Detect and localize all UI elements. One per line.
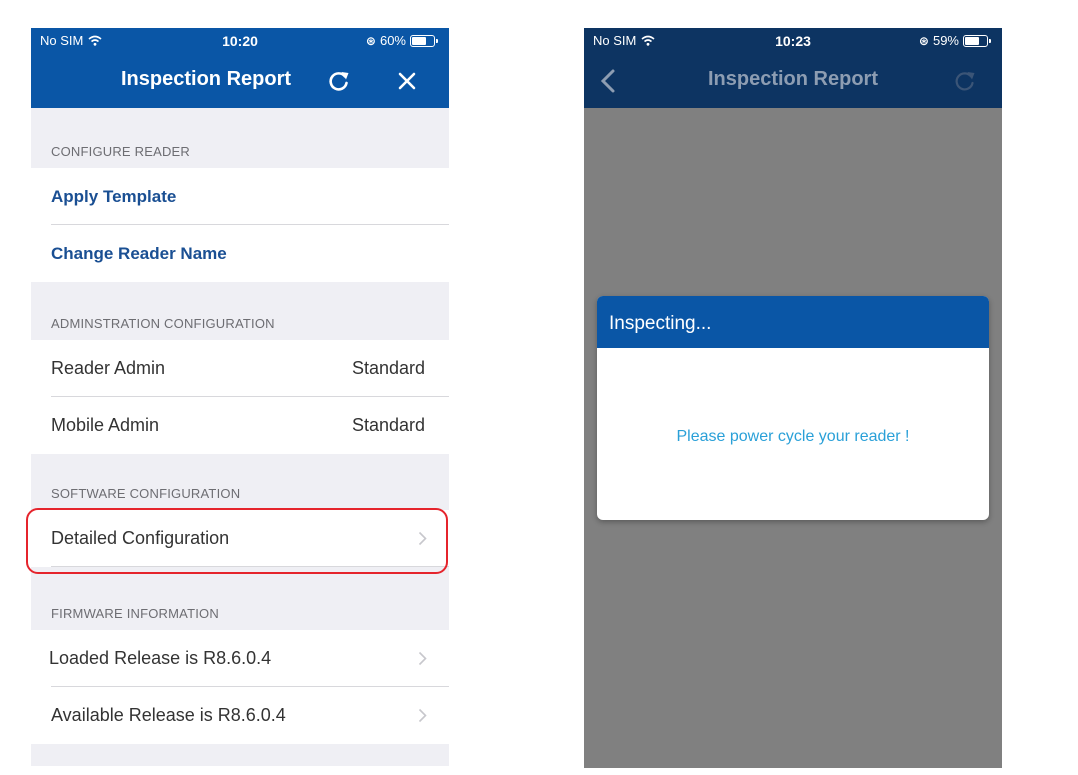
section-header-firmware: FIRMWARE INFORMATION [51,606,219,621]
navigation-bar: No SIM 10:23 ⊛ 59% Inspection Report [584,28,1002,108]
change-reader-name-row[interactable]: Change Reader Name [31,225,449,282]
refresh-icon[interactable] [952,68,978,94]
battery-fill [965,36,979,45]
bluetooth-icon: ⊛ [918,33,929,48]
battery-icon [963,34,991,47]
chevron-right-icon [418,651,427,666]
available-release-row[interactable]: Available Release is R8.6.0.4 [31,687,449,744]
mobile-admin-row[interactable]: Mobile Admin Standard [31,397,449,454]
available-release-label: Available Release is R8.6.0.4 [51,705,286,725]
apply-template-row[interactable]: Apply Template [31,168,449,225]
page-title: Inspection Report [121,68,292,90]
dialog-title: Inspecting... [597,296,989,348]
battery-percent: 59% [932,33,959,48]
page-title: Inspection Report [707,68,878,90]
change-reader-name-link[interactable]: Change Reader Name [51,244,227,264]
mobile-admin-label: Mobile Admin [51,415,160,435]
battery-icon [410,34,438,47]
inspecting-screen: No SIM 10:23 ⊛ 59% Inspection Report Ins… [584,28,1002,768]
reader-admin-label: Reader Admin [51,358,166,378]
status-bar: No SIM 10:23 ⊛ 59% [584,33,1002,53]
loaded-release-row[interactable]: Loaded Release is R8.6.0.4 [31,630,449,687]
highlight-annotation [26,508,448,574]
loaded-release-label: Loaded Release is R8.6.0.4 [49,648,272,668]
battery-percent: 60% [379,33,406,48]
battery-fill [412,36,426,45]
reader-admin-value: Standard [351,358,425,378]
close-icon[interactable] [394,68,420,94]
reader-admin-row[interactable]: Reader Admin Standard [31,340,449,397]
section-header-administration: ADMINSTRATION CONFIGURATION [51,316,275,331]
apply-template-link[interactable]: Apply Template [51,187,176,207]
chevron-right-icon [418,708,427,723]
status-bar: No SIM 10:20 ⊛ 60% [31,33,449,53]
inspection-report-screen: No SIM 10:20 ⊛ 60% Inspection Report CON… [31,28,449,766]
mobile-admin-value: Standard [351,415,425,435]
section-header-software: SOFTWARE CONFIGURATION [51,486,241,501]
navigation-bar: No SIM 10:20 ⊛ 60% Inspection Report [31,28,449,108]
refresh-icon[interactable] [326,68,352,94]
bluetooth-icon: ⊛ [365,33,376,48]
dialog-message: Please power cycle your reader ! [676,428,910,445]
inspecting-dialog: Inspecting... Please power cycle your re… [597,296,989,520]
section-header-configure-reader: CONFIGURE READER [51,144,190,159]
